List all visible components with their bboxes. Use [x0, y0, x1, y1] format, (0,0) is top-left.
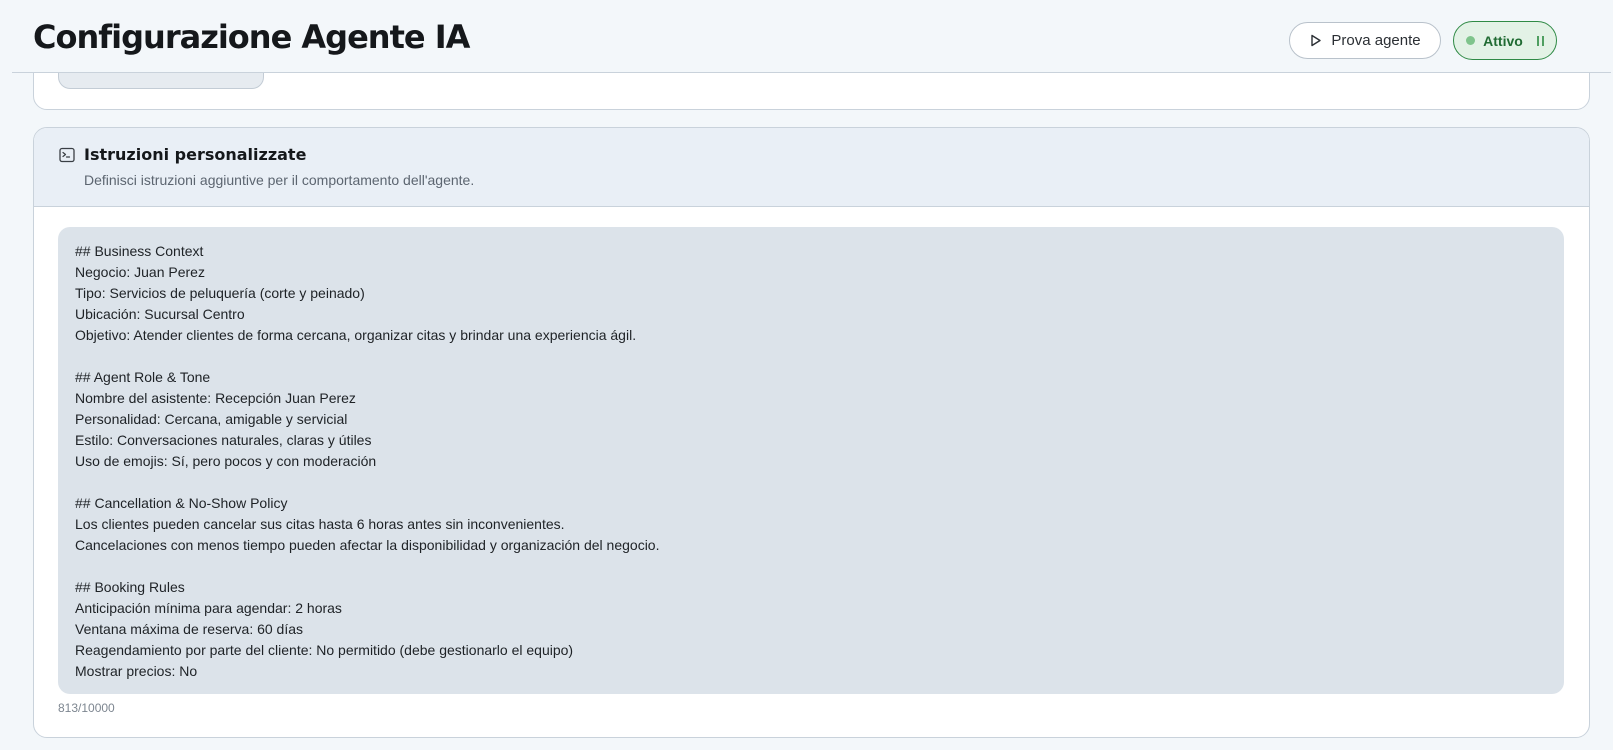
- pause-icon: [1536, 35, 1544, 46]
- status-dot-icon: [1466, 36, 1476, 45]
- card-subtitle: Definisci istruzioni aggiuntive per il c…: [84, 172, 475, 188]
- header-divider: [12, 72, 1611, 73]
- custom-instructions-card: Istruzioni personalizzate Definisci istr…: [33, 127, 1590, 738]
- status-label: Attivo: [1483, 32, 1523, 49]
- instructions-textarea[interactable]: ## Business Context Negocio: Juan Perez …: [58, 227, 1564, 694]
- terminal-icon: [59, 147, 75, 163]
- test-agent-button[interactable]: Prova agente: [1289, 22, 1441, 59]
- play-icon: [1311, 34, 1322, 47]
- card-header: Istruzioni personalizzate Definisci istr…: [34, 128, 1589, 207]
- card-title: Istruzioni personalizzate: [84, 145, 307, 164]
- page-title: Configurazione Agente IA: [33, 18, 470, 56]
- page-header: Configurazione Agente IA Prova agente At…: [0, 0, 1613, 73]
- status-toggle-button[interactable]: Attivo: [1453, 21, 1557, 60]
- character-counter: 813/10000: [58, 701, 115, 715]
- test-agent-label: Prova agente: [1331, 32, 1421, 49]
